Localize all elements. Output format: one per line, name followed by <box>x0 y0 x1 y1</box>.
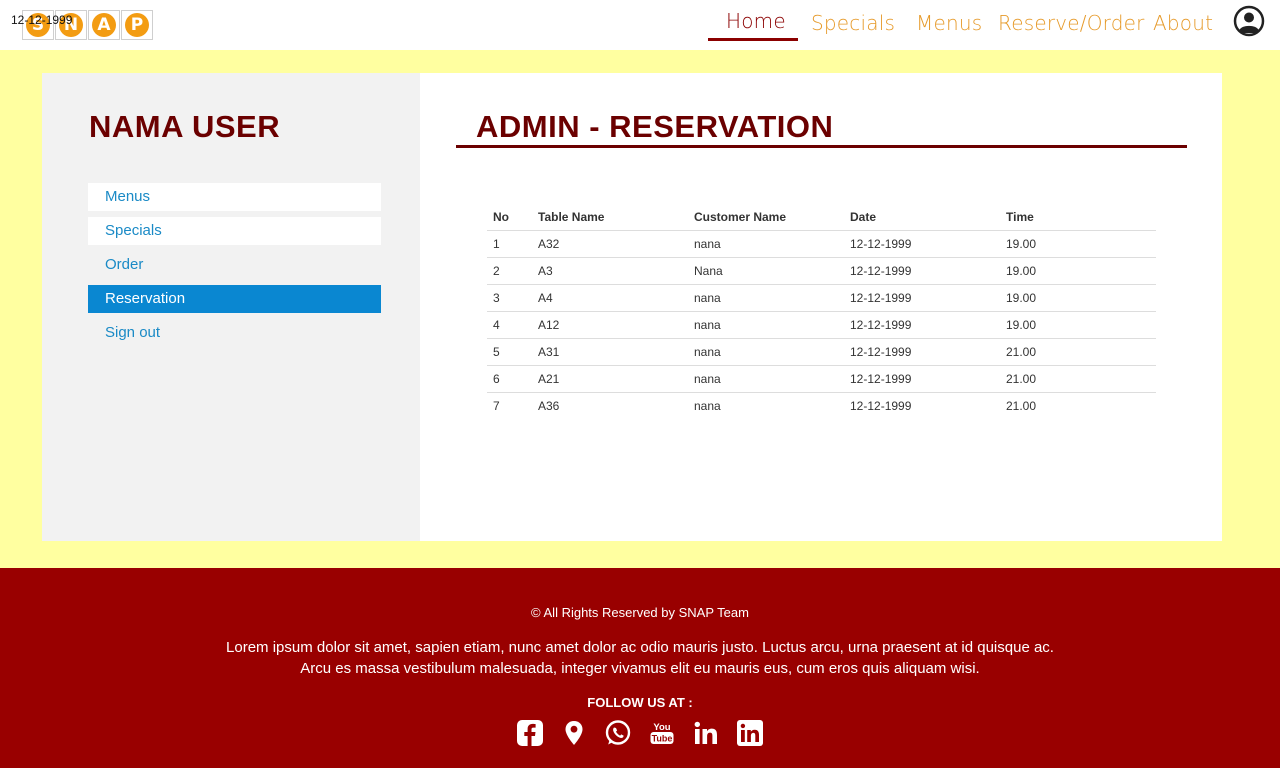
cell-no: 7 <box>493 398 500 413</box>
whatsapp-icon[interactable] <box>604 719 632 747</box>
main-panel: NAMA USER Menus Specials Order Reservati… <box>42 73 1222 541</box>
cell-table-name: A4 <box>532 284 688 312</box>
table-header-row: No Table Name Customer Name Date Time <box>487 204 1156 231</box>
sidebar-item-order[interactable]: Order <box>88 251 381 279</box>
footer-description-line: Lorem ipsum dolor sit amet, sapien etiam… <box>226 639 1054 656</box>
page-title: ADMIN - RESERVATION <box>476 109 834 144</box>
location-pin-icon[interactable] <box>560 719 588 747</box>
column-header-date: Date <box>844 204 1000 231</box>
table-row[interactable]: 5 A31 nana 12-12-1999 21.00 <box>487 338 1156 366</box>
follow-us-label: FOLLOW US AT : <box>587 695 693 710</box>
cell-time: 21.00 <box>1006 398 1037 413</box>
top-bar: S N A P 12-12-1999 Home Specials Menus R… <box>0 0 1280 50</box>
table-row[interactable]: 2 A3 Nana 12-12-1999 19.00 <box>487 257 1156 285</box>
cell-customer-name: nana <box>688 284 844 312</box>
svg-text:Tube: Tube <box>652 734 673 744</box>
column-header-time: Time <box>1000 204 1156 231</box>
cell-no: 4 <box>487 311 532 339</box>
nav-active-underline <box>708 38 798 41</box>
cell-time: 21.00 <box>1000 365 1156 393</box>
cell-no: 3 <box>487 284 532 312</box>
cell-table-name: A21 <box>532 365 688 393</box>
cell-customer-name: Nana <box>688 257 844 285</box>
linkedin-icon[interactable] <box>692 719 720 747</box>
facebook-icon[interactable] <box>516 719 544 747</box>
youtube-icon[interactable]: You Tube <box>648 719 676 747</box>
table-row[interactable]: 4 A12 nana 12-12-1999 19.00 <box>487 311 1156 339</box>
footer-description: Lorem ipsum dolor sit amet, sapien etiam… <box>0 637 1280 679</box>
cell-date: 12-12-1999 <box>844 311 1000 339</box>
svg-text:You: You <box>653 722 670 733</box>
cell-no: 5 <box>487 338 532 366</box>
table-row[interactable]: 6 A21 nana 12-12-1999 21.00 <box>487 365 1156 393</box>
cell-date: 12-12-1999 <box>844 284 1000 312</box>
sidebar-item-menus[interactable]: Menus <box>88 183 381 211</box>
cell-date: 12-12-1999 <box>850 398 912 413</box>
user-name-title: NAMA USER <box>89 109 281 144</box>
cell-time: 19.00 <box>1000 311 1156 339</box>
cell-date: 12-12-1999 <box>844 230 1000 258</box>
nav-menus[interactable]: Menus <box>916 11 982 35</box>
cell-table-name: A12 <box>532 311 688 339</box>
cell-no: 1 <box>487 230 532 258</box>
title-divider <box>456 145 1187 148</box>
linkedin-box-icon[interactable] <box>736 719 764 747</box>
footer-description-line: Arcu es massa vestibulum malesuada, inte… <box>300 660 980 677</box>
cell-date: 12-12-1999 <box>844 257 1000 285</box>
footer: © All Rights Reserved by SNAP Team Lorem… <box>0 568 1280 768</box>
nav-about[interactable]: About <box>1153 11 1213 35</box>
user-circle-icon[interactable] <box>1233 5 1265 37</box>
cell-customer-name: nana <box>688 365 844 393</box>
cell-table-name: A31 <box>532 338 688 366</box>
cell-table-name: A36 <box>538 398 560 413</box>
cell-customer-name: nana <box>694 398 721 413</box>
cell-time: 19.00 <box>1000 230 1156 258</box>
column-header-no: No <box>487 204 532 231</box>
table-row[interactable]: 3 A4 nana 12-12-1999 19.00 <box>487 284 1156 312</box>
cell-table-name: A32 <box>532 230 688 258</box>
main-nav: Home Specials Menus Reserve/Order About <box>0 0 1280 50</box>
copyright-text: © All Rights Reserved by SNAP Team <box>531 605 749 620</box>
cell-time: 21.00 <box>1000 338 1156 366</box>
nav-home[interactable]: Home <box>726 9 786 33</box>
cell-date: 12-12-1999 <box>844 365 1000 393</box>
nav-reserve-order[interactable]: Reserve/Order <box>998 11 1145 35</box>
cell-customer-name: nana <box>688 338 844 366</box>
sidebar-menu: Menus Specials Order Reservation Sign ou… <box>88 183 381 353</box>
cell-time: 19.00 <box>1000 257 1156 285</box>
table-row[interactable]: 7 A36 nana 12-12-1999 21.00 <box>487 392 1156 419</box>
content-area: ADMIN - RESERVATION No Table Name Custom… <box>420 73 1222 541</box>
column-header-table-name: Table Name <box>532 204 688 231</box>
column-header-customer-name: Customer Name <box>688 204 844 231</box>
cell-date: 12-12-1999 <box>844 338 1000 366</box>
table-row[interactable]: 1 A32 nana 12-12-1999 19.00 <box>487 230 1156 258</box>
cell-no: 2 <box>487 257 532 285</box>
nav-specials[interactable]: Specials <box>811 11 895 35</box>
sidebar-item-reservation[interactable]: Reservation <box>88 285 381 313</box>
sidebar-item-specials[interactable]: Specials <box>88 217 381 245</box>
reservation-table: No Table Name Customer Name Date Time 1 … <box>487 204 1156 419</box>
cell-time: 19.00 <box>1000 284 1156 312</box>
social-links: You Tube <box>0 719 1280 747</box>
cell-table-name: A3 <box>532 257 688 285</box>
cell-no: 6 <box>487 365 532 393</box>
sidebar-item-sign-out[interactable]: Sign out <box>88 319 381 347</box>
sidebar: NAMA USER Menus Specials Order Reservati… <box>42 73 420 541</box>
cell-customer-name: nana <box>688 311 844 339</box>
cell-customer-name: nana <box>688 230 844 258</box>
